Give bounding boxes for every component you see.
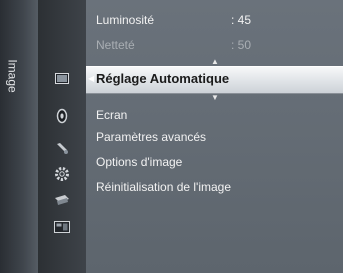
setup-icon[interactable] bbox=[54, 166, 70, 182]
picture-icon[interactable] bbox=[54, 70, 70, 86]
menu-item-ecran[interactable]: Ecran bbox=[96, 108, 127, 122]
application-icon[interactable] bbox=[54, 219, 70, 235]
sound-icon[interactable] bbox=[54, 108, 70, 124]
scroll-up-arrow-icon[interactable]: ▲ bbox=[211, 58, 219, 66]
selected-menu-item[interactable]: Réglage Automatique bbox=[96, 71, 229, 86]
brightness-label[interactable]: Luminosité bbox=[96, 13, 154, 27]
menu-item-picture-options[interactable]: Options d'image bbox=[96, 155, 182, 169]
input-icon[interactable] bbox=[54, 192, 70, 208]
side-tab-label: Image bbox=[6, 59, 21, 93]
side-tab[interactable]: Image bbox=[0, 0, 38, 273]
menu-item-advanced-settings[interactable]: Paramètres avancés bbox=[96, 130, 206, 144]
sharpness-value: : 50 bbox=[231, 38, 252, 52]
left-arrow-icon: ◀ bbox=[88, 74, 95, 83]
side-tab-label-wrap: Image bbox=[0, 50, 26, 102]
menu-item-picture-reset[interactable]: Réinitialisation de l'image bbox=[96, 180, 231, 194]
brightness-value: : 45 bbox=[231, 13, 252, 27]
scroll-down-arrow-icon[interactable]: ▼ bbox=[211, 94, 219, 102]
channel-icon[interactable] bbox=[54, 140, 70, 156]
sharpness-label[interactable]: Netteté bbox=[96, 38, 135, 52]
